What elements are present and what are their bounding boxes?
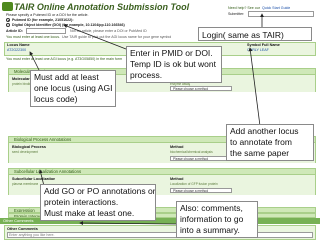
biological-term-header: Biological Process [12,145,46,149]
another-locus-callout-line1: Add another locus [230,126,299,136]
locus-callout: Must add at least one locus (using AGI l… [30,70,116,107]
other-comments-title: Other Comments [7,227,38,231]
locus-value[interactable]: AT2G22300 [7,48,26,52]
go-callout-line1: Add GO or PO annotations or [44,186,156,196]
subcellular-term-value: plasma membrane [12,182,39,186]
instruction-line: Please specify a Pubmed ID or a DOI for … [6,13,89,17]
use-hint: Use TAIR guide to pick out the AGI locus… [62,35,172,39]
another-locus-callout-line2: to annotate from [230,137,292,147]
submitter-label: Submitter: [228,12,245,16]
article-note: Not for article, please enter a DOI or P… [70,29,147,33]
symbol-value[interactable]: CURLY LEAF [247,48,269,52]
pmid-callout: Enter in PMID or DOI. Temp ID is ok but … [126,46,222,83]
tair-logo [2,2,13,11]
subcellular-header[interactable]: Subcellular Localization Annotations [8,168,316,175]
molecular-method-select[interactable]: Please choose a method [170,86,232,91]
another-locus-callout-line3: the same paper [230,148,290,158]
pubmed-radio[interactable] [6,18,10,22]
subcellular-term-header: Subcellular Localization [12,177,56,181]
pmid-callout-line2: Temp ID is ok but wont [130,59,216,69]
go-annotations-callout: Add GO or PO annotations or protein inte… [40,184,156,221]
article-id-label: Article ID: [6,29,23,33]
login-callout-text: Login( same as TAIR) [202,30,284,40]
submitter-input[interactable] [248,11,314,17]
biological-term-value: seed development [12,150,39,154]
doi-label: Digital Object Identifier (DOI) (for exa… [12,23,125,27]
locus-callout-line2: one locus (using AGI [34,83,113,93]
go-callout-line2: protein interactions. [44,197,119,207]
page-title: TAIR Online Annotation Submission Tool [14,2,190,12]
locus-callout-line3: locus code) [34,94,78,104]
subcellular-method-select[interactable]: Please choose a method [170,188,232,193]
locus-col-header: Locus Name [7,43,30,47]
article-id-input[interactable] [26,28,66,34]
quick-start-link[interactable]: Quick Start Guide [262,6,290,10]
symbol-col-header: Symbol Full Name [247,43,280,47]
subcellular-method-header: Method [170,177,184,181]
another-locus-callout: Add another locus to annotate from the s… [226,124,314,161]
locus-callout-line1: Must add at least [34,72,99,82]
login-callout: Login( same as TAIR) [198,27,312,41]
comments-callout-line1: Also: comments, [180,203,243,213]
pmid-callout-line3: process. [130,70,163,80]
comments-callout-line3: into a summary. [180,225,240,235]
pubmed-label: Pubmed ID (for example, 21051622): [12,18,74,22]
biological-method-select[interactable]: Please choose a method [170,156,232,161]
pmid-callout-line1: Enter in PMID or DOI. [130,48,213,58]
locus-note: You must enter at least one AGI locus (e… [6,57,123,61]
comments-callout-line2: information to go [180,214,244,224]
other-comments-placeholder: Enter anything you like here. [9,233,55,237]
go-callout-line3: Must make at least one. [44,208,135,218]
biological-method-value: biochemical/chemical analysis [170,150,213,154]
help-text: Need help? See our [228,6,260,10]
biological-method-header: Method [170,145,184,149]
required-note: You must enter at least one locus. [6,35,61,39]
subcellular-method-value: Localization of GFP fusion protein [170,182,218,186]
doi-radio[interactable] [6,23,10,27]
comments-callout: Also: comments, information to go into a… [176,201,258,238]
